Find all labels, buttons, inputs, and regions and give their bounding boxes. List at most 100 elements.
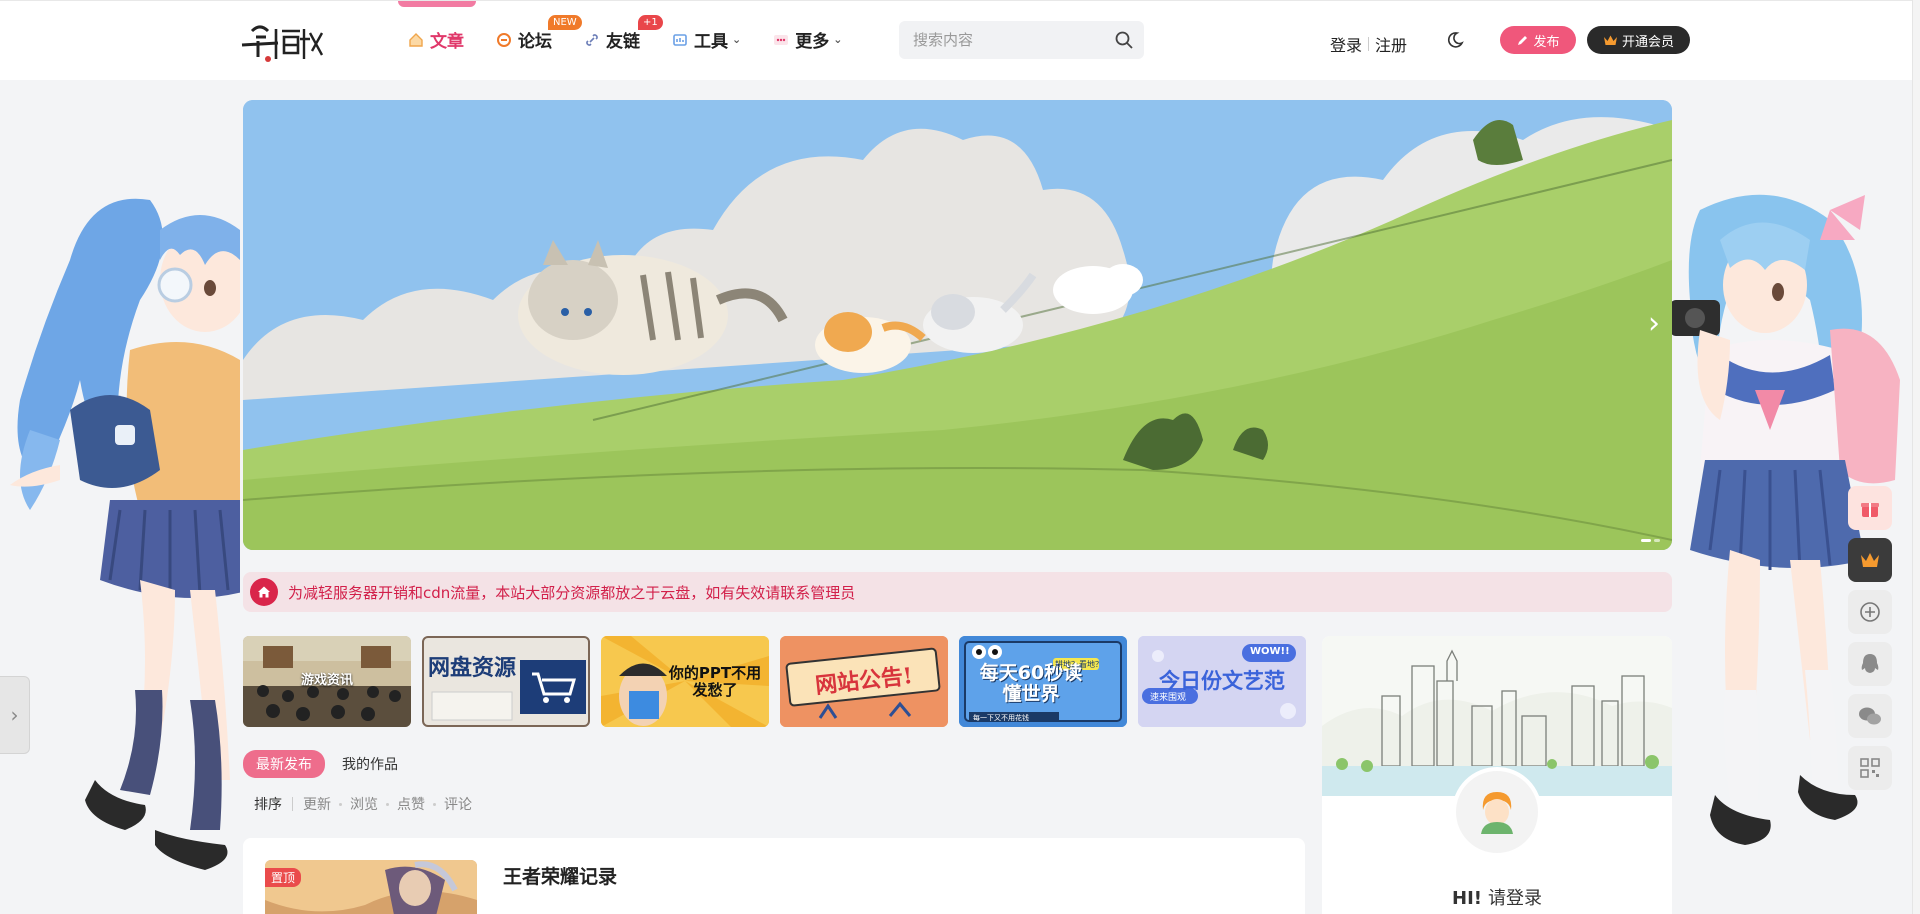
- category-label: 网盘资源: [428, 655, 517, 681]
- search-icon[interactable]: [1114, 30, 1134, 54]
- announcement-text: 为减轻服务器开销和cdn流量，本站大部分资源都放之于云盘，如有失效请联系管理员: [288, 583, 856, 602]
- crown-icon: [1603, 35, 1617, 45]
- category-card-game-news[interactable]: 游戏资讯: [243, 636, 411, 727]
- logo-mark-icon: [241, 25, 324, 62]
- tools-icon: [672, 32, 688, 48]
- side-drawer-toggle[interactable]: ›: [0, 676, 30, 754]
- site-logo[interactable]: [238, 19, 326, 63]
- new-badge: NEW: [548, 15, 582, 30]
- greeting-prefix: HI!: [1452, 888, 1482, 909]
- pagination-dot[interactable]: [1641, 539, 1651, 542]
- moon-icon: [1447, 32, 1464, 48]
- category-label: 你的PPT不用发愁了: [668, 664, 762, 699]
- wechat-button[interactable]: [1848, 694, 1892, 738]
- home-icon: [408, 32, 424, 48]
- greeting-action: 请登录: [1487, 888, 1542, 909]
- feed-tabs: 最新发布 我的作品: [243, 750, 415, 778]
- dark-mode-toggle[interactable]: [1440, 25, 1470, 55]
- nav-active-indicator: [398, 1, 476, 7]
- category-card-literary[interactable]: 今日份文艺范 WOW!! 速来围观: [1138, 636, 1306, 727]
- category-label: 游戏资讯: [300, 673, 353, 689]
- banner-pagination: [1641, 539, 1660, 542]
- divider: [292, 797, 293, 811]
- default-avatar-icon: [1481, 792, 1513, 834]
- category-tag: 耕地？看地？: [1055, 660, 1103, 669]
- post-title[interactable]: 王者荣耀记录: [503, 862, 617, 889]
- category-caption: 速来围观: [1150, 693, 1187, 703]
- floating-toolbar: [1848, 486, 1892, 790]
- plus-circle-icon: [1860, 602, 1880, 622]
- chevron-right-icon: ›: [10, 703, 19, 727]
- category-card-60-seconds[interactable]: 每天60秒读懂世界 耕地？看地？ 每一下又不用花钱: [959, 636, 1127, 727]
- hero-banner[interactable]: ›: [243, 100, 1672, 550]
- sort-label: 排序: [254, 797, 282, 813]
- search-box: [899, 21, 1144, 59]
- nav-item-forum[interactable]: 论坛 NEW: [496, 15, 582, 52]
- sort-option-views[interactable]: 浏览: [350, 794, 378, 814]
- divider-dot: [339, 802, 342, 806]
- vip-float-button[interactable]: [1848, 538, 1892, 582]
- qrcode-button[interactable]: [1848, 746, 1892, 790]
- user-avatar[interactable]: [1452, 767, 1542, 857]
- auth-links: 登录 注册: [1330, 32, 1407, 56]
- main-nav: 文章 论坛 NEW 友链 +1 工具 ⌄ 更多 ⌄: [408, 15, 874, 52]
- qrcode-icon: [1860, 758, 1880, 778]
- wechat-icon: [1859, 707, 1881, 725]
- chevron-down-icon: ⌄: [732, 33, 742, 46]
- page-scrollbar[interactable]: [1912, 0, 1920, 914]
- chevron-down-icon: ⌄: [833, 33, 843, 46]
- divider-dot: [433, 802, 436, 806]
- post-card[interactable]: 置顶 王者荣耀记录: [243, 838, 1305, 914]
- nav-item-more[interactable]: 更多 ⌄: [773, 27, 842, 52]
- nav-label: 更多: [795, 32, 830, 52]
- pagination-dot[interactable]: [1654, 539, 1660, 542]
- pinned-badge: 置顶: [265, 868, 302, 887]
- pencil-icon: [1518, 35, 1528, 45]
- publish-label: 发布: [1533, 34, 1560, 50]
- qq-button[interactable]: [1848, 642, 1892, 686]
- count-badge: +1: [638, 15, 663, 30]
- link-icon: [584, 32, 600, 48]
- category-label: 网站公告!: [814, 663, 914, 700]
- category-tag: WOW!!: [1250, 646, 1290, 657]
- gift-button[interactable]: [1848, 486, 1892, 530]
- category-card-cloud-resources[interactable]: 网盘资源: [422, 636, 590, 727]
- tab-latest[interactable]: 最新发布: [243, 750, 325, 778]
- divider: [1368, 37, 1370, 51]
- vip-label: 开通会员: [1621, 34, 1674, 50]
- sort-option-comments[interactable]: 评论: [444, 794, 472, 814]
- category-card-site-announcement[interactable]: 网站公告!: [780, 636, 948, 727]
- publish-button[interactable]: 发布: [1500, 26, 1576, 54]
- nav-item-links[interactable]: 友链 +1: [584, 15, 663, 52]
- category-cards: 游戏资讯 网盘资源 你的PPT不用发愁了 网站公告! 每天60秒读懂世界 耕地？…: [243, 636, 1306, 727]
- qq-icon: [1861, 654, 1879, 673]
- login-prompt[interactable]: HI! 请登录: [1322, 884, 1672, 910]
- nav-label: 友链: [606, 32, 640, 52]
- sort-option-likes[interactable]: 点赞: [397, 794, 425, 814]
- top-header: 文章 论坛 NEW 友链 +1 工具 ⌄ 更多 ⌄ 搜索内容 登录 注册 发布 …: [0, 0, 1920, 80]
- nav-item-articles[interactable]: 文章: [408, 27, 464, 52]
- sort-option-updated[interactable]: 更新: [303, 794, 331, 814]
- category-caption: 每一下又不用花钱: [973, 714, 1029, 722]
- category-card-ppt[interactable]: 你的PPT不用发愁了: [601, 636, 769, 727]
- nav-item-tools[interactable]: 工具 ⌄: [672, 27, 741, 52]
- add-button[interactable]: [1848, 590, 1892, 634]
- banner-illustration: [243, 100, 1672, 550]
- login-link[interactable]: 登录: [1330, 32, 1362, 56]
- left-mascot-illustration: [0, 180, 250, 900]
- forum-icon: [496, 32, 512, 48]
- nav-label: 论坛: [518, 32, 552, 52]
- banner-next-icon[interactable]: ›: [1648, 306, 1660, 341]
- vip-button[interactable]: 开通会员: [1587, 26, 1690, 54]
- divider-dot: [386, 802, 389, 806]
- sort-bar: 排序 更新 浏览 点赞 评论: [254, 794, 472, 814]
- announcement-bar: 为减轻服务器开销和cdn流量，本站大部分资源都放之于云盘，如有失效请联系管理员: [243, 572, 1672, 612]
- tab-my-works[interactable]: 我的作品: [329, 750, 411, 778]
- home-icon: [250, 578, 278, 606]
- user-panel: HI! 请登录: [1322, 636, 1672, 914]
- more-icon: [773, 32, 789, 48]
- search-input[interactable]: [913, 21, 1103, 59]
- crown-icon: [1861, 553, 1879, 567]
- gift-icon: [1861, 503, 1879, 517]
- register-link[interactable]: 注册: [1375, 32, 1407, 56]
